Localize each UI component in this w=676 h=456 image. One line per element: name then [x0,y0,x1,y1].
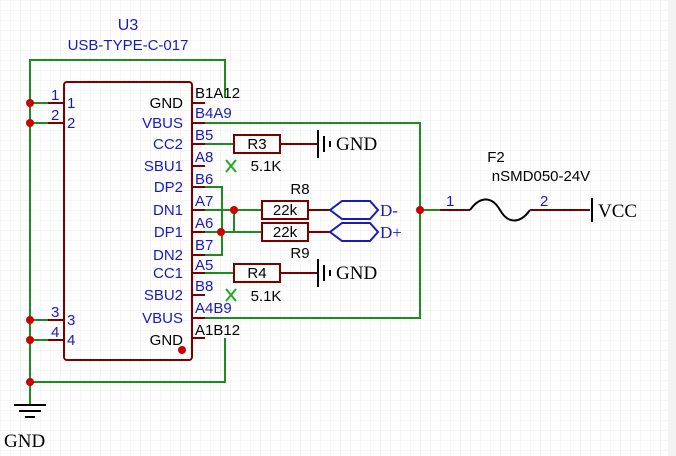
r9-value: 22k [273,224,298,241]
svg-text:DP2: DP2 [154,179,183,196]
r4-ref: R4 [247,265,266,282]
junction [217,228,225,236]
junction [26,316,34,324]
r4-value: 5.1K [251,288,282,305]
grid-background [0,0,676,456]
fuse-part: nSMD050-24V [492,168,590,185]
svg-text:A4B9: A4B9 [195,300,232,317]
connector-part: USB-TYPE-C-017 [68,37,189,54]
svg-text:A5: A5 [195,257,213,274]
svg-text:1: 1 [51,87,59,104]
svg-text:SBU2: SBU2 [144,287,183,304]
r9-ref: R9 [290,245,309,262]
net-dminus-label: D- [380,201,398,220]
r3-value: 5.1K [251,158,282,175]
gnd-label-top: GND [336,134,377,155]
gnd-label-mid: GND [336,263,377,284]
gnd-label-bottom: GND [4,431,45,452]
svg-text:B6: B6 [195,171,213,188]
net-dplus-label: D+ [380,223,402,242]
svg-text:4: 4 [67,332,75,349]
fuse-pin2: 2 [540,193,548,210]
svg-text:VBUS: VBUS [142,115,183,132]
vcc-label: VCC [598,201,637,222]
svg-text:2: 2 [51,107,59,124]
svg-text:GND: GND [150,332,184,349]
svg-text:B8: B8 [195,278,213,295]
svg-text:B4A9: B4A9 [195,105,232,122]
svg-text:DN2: DN2 [153,247,183,264]
svg-text:4: 4 [51,324,59,341]
svg-text:A6: A6 [195,215,213,232]
scrollbar[interactable] [668,0,676,456]
svg-text:CC2: CC2 [153,136,183,153]
fuse-pin1: 1 [446,193,454,210]
r8-value: 22k [273,202,298,219]
svg-text:A1B12: A1B12 [195,322,240,339]
junction [26,99,34,107]
svg-text:GND: GND [150,95,184,112]
svg-text:CC1: CC1 [153,265,183,282]
svg-text:B7: B7 [195,237,213,254]
svg-text:2: 2 [67,115,75,132]
junction [26,378,34,386]
junction [26,119,34,127]
svg-text:A8: A8 [195,149,213,166]
connector-designator: U3 [118,17,139,34]
svg-text:A7: A7 [195,193,213,210]
svg-text:B1A12: B1A12 [195,85,240,102]
svg-text:B5: B5 [195,127,213,144]
svg-text:3: 3 [67,312,75,329]
junction [26,336,34,344]
schematic-canvas: U3 USB-TYPE-C-017 1 2 3 4 1 2 3 4 GND VB… [0,0,676,456]
svg-text:3: 3 [51,304,59,321]
svg-text:DP1: DP1 [154,224,183,241]
junction [416,206,424,214]
svg-text:VBUS: VBUS [142,310,183,327]
fuse-ref: F2 [487,149,505,166]
svg-text:1: 1 [67,95,75,112]
r8-ref: R8 [290,181,309,198]
svg-text:DN1: DN1 [153,202,183,219]
svg-text:SBU1: SBU1 [144,158,183,175]
junction [230,206,238,214]
r3-ref: R3 [247,136,266,153]
